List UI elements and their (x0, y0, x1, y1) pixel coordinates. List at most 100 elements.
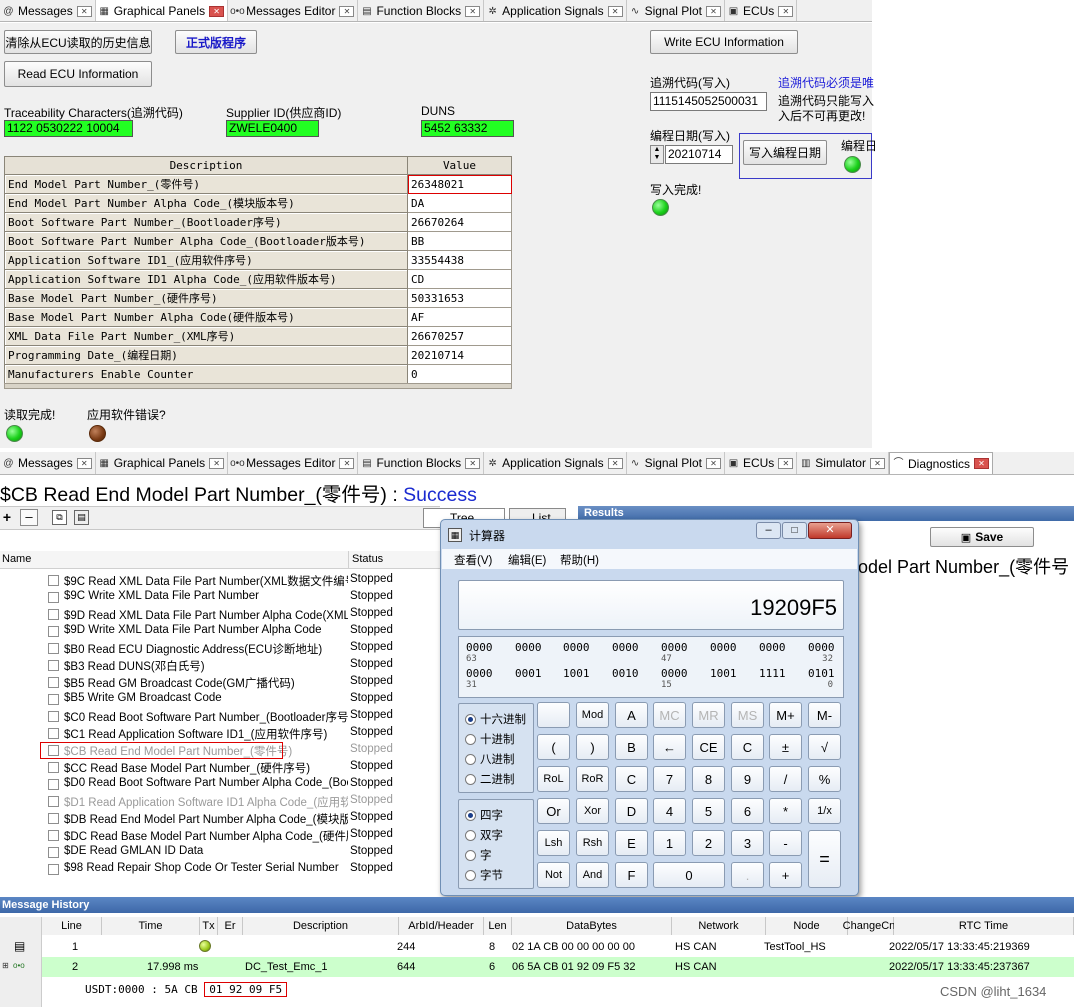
history-col-header[interactable]: Time (102, 917, 200, 935)
calc-key[interactable]: 5 (692, 798, 725, 824)
item-checkbox[interactable] (48, 711, 59, 722)
item-checkbox[interactable] (48, 660, 59, 671)
calc-key[interactable]: Rsh (576, 830, 609, 856)
calc-key[interactable]: MC (653, 702, 686, 728)
radio-option[interactable]: 字节 (465, 867, 503, 883)
row-value[interactable]: AF (407, 307, 512, 327)
calc-key[interactable]: 4 (653, 798, 686, 824)
item-checkbox[interactable] (48, 643, 59, 654)
calc-key[interactable]: F (615, 862, 648, 888)
radio-option[interactable]: 八进制 (465, 751, 515, 767)
list-item[interactable]: $DC Read Base Model Part Number Alpha Co… (0, 827, 437, 844)
bottom-tab-5[interactable]: ∿ Signal Plot ✕ (627, 452, 725, 474)
list-item[interactable]: $9C Read XML Data File Part Number(XML数据… (0, 572, 437, 589)
calc-key[interactable]: . (731, 862, 764, 888)
list-item[interactable]: $9D Read XML Data File Part Number Alpha… (0, 606, 437, 623)
list-item[interactable]: $C0 Read Boot Software Part Number_(Boot… (0, 708, 437, 725)
tab-close-icon[interactable]: ✕ (76, 457, 92, 469)
calc-key[interactable]: MS (731, 702, 764, 728)
calc-key[interactable]: Mod (576, 702, 609, 728)
history-col-header[interactable]: ArbId/Header (399, 917, 484, 935)
clear-history-button[interactable]: 清除从ECU读取的历史信息 (4, 30, 152, 54)
calc-key[interactable]: M+ (769, 702, 802, 728)
history-col-header[interactable]: ChangeCnt (843, 917, 898, 935)
bottom-tab-1[interactable]: ▦ Graphical Panels ✕ (96, 452, 229, 474)
tab-close-icon[interactable]: ✕ (607, 457, 623, 469)
history-row[interactable]: 2 17.998 ms DC_Test_Emc_1 644 6 06 5A CB 01 9… (42, 957, 1074, 977)
bottom-tab-7[interactable]: ▥ Simulator ✕ (797, 452, 889, 474)
calc-key[interactable]: 3 (731, 830, 764, 856)
collapse-minus-icon[interactable]: – (20, 509, 38, 526)
calc-key[interactable]: ) (576, 734, 609, 760)
calc-key[interactable]: RoR (576, 766, 609, 792)
calc-key[interactable]: * (769, 798, 802, 824)
item-checkbox[interactable] (48, 864, 59, 875)
calc-key[interactable]: Lsh (537, 830, 570, 856)
calc-key[interactable]: ← (653, 734, 686, 760)
calc-key[interactable]: √ (808, 734, 841, 760)
calc-key[interactable]: 7 (653, 766, 686, 792)
item-checkbox[interactable] (48, 626, 59, 637)
calc-key[interactable]: ± (769, 734, 802, 760)
item-checkbox[interactable] (48, 813, 59, 824)
expand-row-icon[interactable]: ⊞ (2, 961, 9, 970)
paste-icon[interactable]: ▤ (74, 510, 89, 525)
item-checkbox[interactable] (48, 830, 59, 841)
bottom-tab-3[interactable]: ▤ Function Blocks ✕ (358, 452, 485, 474)
history-col-header[interactable]: Description (243, 917, 399, 935)
release-program-button[interactable]: 正式版程序 (175, 30, 257, 54)
calc-key[interactable]: % (808, 766, 841, 792)
list-item[interactable]: $98 Read Repair Shop Code Or Tester Seri… (0, 861, 437, 878)
calc-key[interactable]: Not (537, 862, 570, 888)
calc-key[interactable]: / (769, 766, 802, 792)
tab-close-icon[interactable]: ✕ (778, 457, 794, 469)
bottom-tab-8[interactable]: ⌒ Diagnostics ✕ (888, 452, 994, 474)
history-col-header[interactable]: RTC Time (894, 917, 1074, 935)
bottom-tab-0[interactable]: @ Messages ✕ (0, 452, 96, 474)
expand-plus-icon[interactable]: + (0, 509, 14, 526)
item-checkbox[interactable] (48, 677, 59, 688)
copy-icon[interactable]: ⧉ (52, 510, 67, 525)
history-row[interactable]: 1 244 8 02 1A CB 00 00 00 00 00 HS CAN TestTo… (42, 937, 1074, 957)
tab-4[interactable]: ✲ Application Signals ✕ (484, 0, 627, 21)
minimize-icon[interactable]: – (756, 522, 781, 539)
menu-help[interactable]: 帮助(H) (560, 552, 599, 568)
calc-key[interactable]: M- (808, 702, 841, 728)
tab-close-icon[interactable]: ✕ (778, 5, 794, 17)
row-value[interactable]: 33554438 (407, 250, 512, 270)
row-value[interactable]: 50331653 (407, 288, 512, 308)
radio-option[interactable]: 字 (465, 847, 492, 863)
radio-option[interactable]: 二进制 (465, 771, 515, 787)
calc-key[interactable]: C (731, 734, 764, 760)
list-item[interactable]: $B0 Read ECU Diagnostic Address(ECU诊断地址)… (0, 640, 437, 657)
tab-0[interactable]: @ Messages ✕ (0, 0, 96, 21)
history-col-header[interactable]: Len (484, 917, 512, 935)
tab-close-icon[interactable]: ✕ (339, 457, 355, 469)
menu-view[interactable]: 查看(V) (454, 552, 492, 568)
calc-key[interactable]: RoL (537, 766, 570, 792)
tab-3[interactable]: ▤ Function Blocks ✕ (358, 0, 485, 21)
list-item[interactable]: $DE Read GMLAN ID Data Stopped (0, 844, 437, 861)
item-checkbox[interactable] (48, 592, 59, 603)
calc-key[interactable]: CE (692, 734, 725, 760)
row-value[interactable]: CD (407, 269, 512, 289)
calc-key[interactable]: C (615, 766, 648, 792)
calc-key-equals[interactable]: = (808, 830, 841, 888)
tab-2[interactable]: o•o Messages Editor ✕ (228, 0, 359, 21)
calc-key[interactable]: 9 (731, 766, 764, 792)
item-checkbox[interactable] (48, 728, 59, 739)
history-col-header[interactable]: Er (218, 917, 243, 935)
item-checkbox[interactable] (48, 779, 59, 790)
radio-option[interactable]: 十六进制 (465, 711, 526, 727)
list-item[interactable]: $B5 Read GM Broadcast Code(GM广播代码) Stoppe… (0, 674, 437, 691)
row-value[interactable]: 20210714 (407, 345, 512, 365)
read-ecu-info-button[interactable]: Read ECU Information (4, 61, 152, 87)
item-checkbox[interactable] (48, 575, 59, 586)
item-checkbox[interactable] (48, 796, 59, 807)
radio-option[interactable]: 双字 (465, 827, 503, 843)
row-value[interactable]: 26348021 (407, 174, 512, 194)
tab-close-icon[interactable]: ✕ (607, 5, 623, 17)
bottom-tab-6[interactable]: ▣ ECUs ✕ (725, 452, 798, 474)
list-item[interactable]: $DB Read End Model Part Number Alpha Cod… (0, 810, 437, 827)
bottom-tab-4[interactable]: ✲ Application Signals ✕ (484, 452, 627, 474)
